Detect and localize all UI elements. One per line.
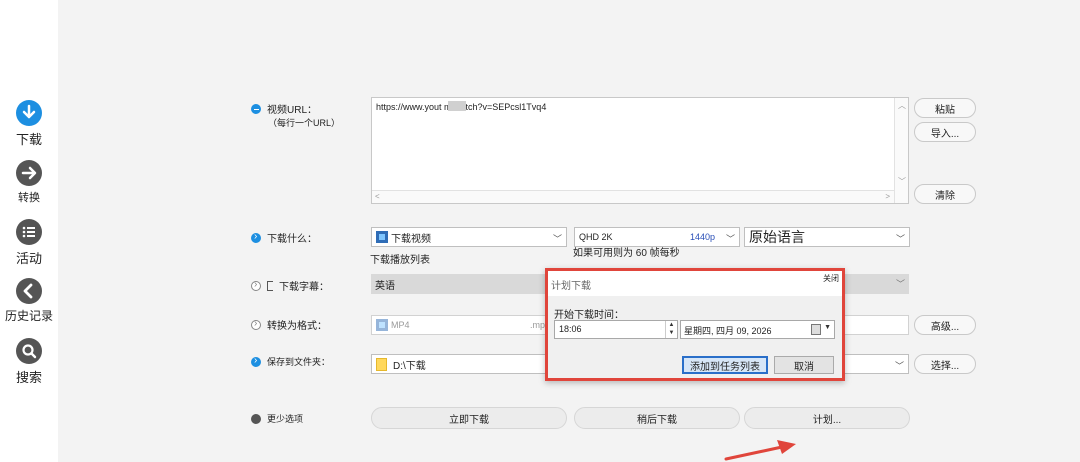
sidebar-item-label: 历史记录 <box>4 309 53 323</box>
search-icon <box>16 338 42 364</box>
start-time-label: 开始下载时间： <box>554 310 624 321</box>
main-panel: 视频URL： （每行一个URL） https://www.yout m/watc… <box>58 0 1080 462</box>
sidebar-item-label: 转换 <box>18 192 40 204</box>
scroll-left-icon[interactable]: < <box>375 192 380 201</box>
download-now-button[interactable]: 立即下载 <box>371 407 567 429</box>
expand-icon[interactable] <box>251 279 261 291</box>
scroll-right-icon[interactable]: > <box>885 192 890 201</box>
sidebar-item-label: 活动 <box>15 251 42 266</box>
advanced-button[interactable]: 高级... <box>914 315 976 335</box>
chevron-down-icon: ﹀ <box>552 234 562 244</box>
date-picker[interactable]: 星期四, 四月 09, 2026 ▼ <box>680 320 835 339</box>
playlist-note[interactable]: 下载播放列表 <box>370 251 430 266</box>
download-type-value: 下载视频 <box>391 233 431 245</box>
dialog-close-button[interactable]: 关闭 <box>823 273 839 284</box>
url-textarea[interactable]: https://www.yout m/watch?v=SEPcsl1Tvq4 ︿… <box>371 97 909 204</box>
expand-icon[interactable] <box>251 231 261 243</box>
paste-button[interactable]: 粘贴 <box>914 98 976 118</box>
expand-icon[interactable] <box>251 355 261 367</box>
collapse-up-icon[interactable] <box>251 413 261 424</box>
cancel-button[interactable]: 取消 <box>774 356 834 374</box>
checkbox[interactable] <box>267 280 273 291</box>
folder-icon <box>376 357 387 371</box>
clear-button[interactable]: 清除 <box>914 184 976 204</box>
collapse-icon[interactable] <box>251 103 261 114</box>
expand-icon[interactable] <box>251 318 261 330</box>
language-value: 原始语言 <box>749 229 805 245</box>
add-to-queue-button[interactable]: 添加到任务列表 <box>682 356 768 374</box>
dialog-title: 计划下载 <box>551 281 591 292</box>
folder-value: D:\下载 <box>393 360 426 372</box>
url-sublabel: （每行一个URL） <box>268 118 341 128</box>
save-label: 保存到文件夹： <box>267 357 331 367</box>
activity-list-icon <box>16 219 42 245</box>
time-spinner[interactable]: ▲ ▼ <box>665 321 677 338</box>
format-ext: .mp <box>530 320 546 330</box>
save-label-row: 保存到文件夹： <box>251 355 330 368</box>
chevron-down-icon: ﹀ <box>725 234 735 244</box>
download-type-select[interactable]: 下载视频 ﹀ <box>371 227 567 247</box>
sidebar-item-download[interactable]: 下载 <box>0 100 58 148</box>
sidebar-item-history[interactable]: 历史记录 <box>0 278 58 324</box>
app-window: 下载 转换 活动 历史记录 搜索 视频URL： （每行一个URL） https:… <box>0 0 1080 462</box>
sidebar: 下载 转换 活动 历史记录 搜索 <box>0 0 58 462</box>
chevron-down-icon: ﹀ <box>894 361 904 371</box>
convert-label-row: 转换为格式： <box>251 317 327 332</box>
date-value: 星期四, 四月 09, 2026 <box>684 326 772 336</box>
schedule-dialog: 计划下载 关闭 开始下载时间： 18:06 ▲ ▼ 星期四, 四月 09, 20… <box>545 268 845 381</box>
redaction-mask <box>448 101 466 111</box>
choose-folder-button[interactable]: 选择... <box>914 354 976 374</box>
download-later-button[interactable]: 稍后下载 <box>574 407 740 429</box>
sidebar-item-convert[interactable]: 转换 <box>0 160 58 205</box>
schedule-button[interactable]: 计划... <box>744 407 910 429</box>
subtitle-label: 下载字幕： <box>279 282 329 293</box>
sidebar-item-activity[interactable]: 活动 <box>0 219 58 267</box>
format-value: MP4 <box>391 320 410 330</box>
chevron-down-icon: ﹀ <box>895 234 905 244</box>
subtitle-label-row: 下载字幕： <box>251 278 329 293</box>
convert-arrow-icon <box>16 160 42 186</box>
sidebar-item-label: 搜索 <box>15 370 42 385</box>
time-value: 18:06 <box>559 324 582 334</box>
url-label: 视频URL： <box>267 105 318 116</box>
fps-note: 如果可用则为 60 帧每秒 <box>573 248 680 259</box>
subtitle-value: 英语 <box>375 281 395 292</box>
language-select[interactable]: 原始语言 ﹀ <box>744 227 910 247</box>
chevron-down-icon: ﹀ <box>895 279 905 289</box>
video-film-icon <box>376 231 388 243</box>
url-horizontal-scrollbar[interactable]: < > <box>372 190 894 203</box>
calendar-icon[interactable] <box>811 324 821 335</box>
url-label-row: 视频URL： <box>251 101 317 116</box>
download-icon <box>16 100 42 126</box>
convert-label: 转换为格式： <box>267 321 327 332</box>
dialog-title-bar: 计划下载 关闭 <box>548 271 842 296</box>
scroll-down-icon[interactable]: ﹀ <box>898 176 906 187</box>
history-back-icon <box>16 278 42 304</box>
video-film-icon <box>376 319 388 331</box>
annotation-arrow-icon <box>724 440 796 461</box>
import-button[interactable]: 导入... <box>914 122 976 142</box>
what-label-row: 下载什么： <box>251 230 317 245</box>
url-vertical-scrollbar[interactable]: ︿ ﹀ <box>894 98 908 203</box>
what-label: 下载什么： <box>267 234 317 245</box>
chevron-down-icon[interactable]: ▼ <box>824 324 831 331</box>
scroll-up-icon[interactable]: ︿ <box>898 100 906 111</box>
spin-up-icon[interactable]: ▲ <box>666 321 677 329</box>
sidebar-item-search[interactable]: 搜索 <box>0 338 58 386</box>
quality-value: QHD 2K <box>579 232 613 242</box>
fewer-options-row[interactable]: 更少选项 <box>251 412 303 425</box>
time-input[interactable]: 18:06 ▲ ▼ <box>554 320 678 339</box>
fewer-options-label: 更少选项 <box>267 414 304 424</box>
resolution-value: 1440p <box>689 232 715 242</box>
sidebar-item-label: 下载 <box>15 132 42 147</box>
spin-down-icon[interactable]: ▼ <box>666 329 677 337</box>
